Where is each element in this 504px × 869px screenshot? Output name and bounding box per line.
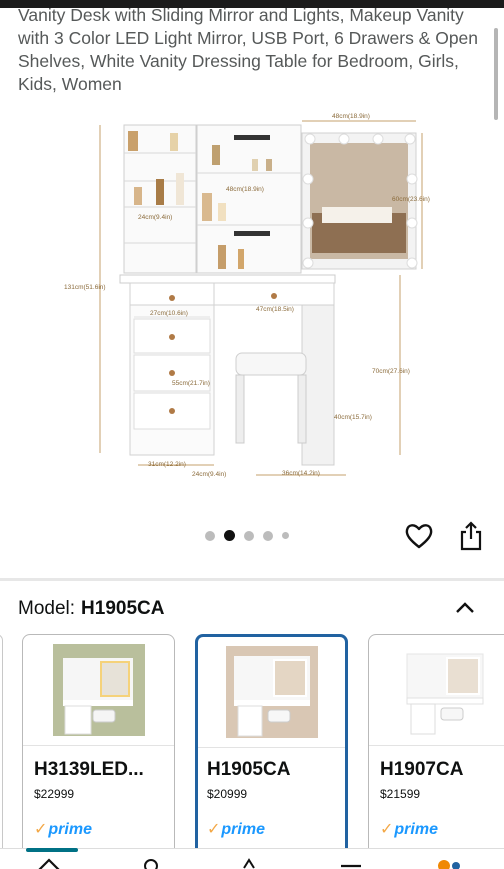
prime-badge: ✓prime: [207, 819, 265, 839]
dim-shelf-width: 48cm(18.9in): [226, 186, 264, 193]
currency-whole: $229: [34, 787, 61, 801]
heart-icon[interactable]: [404, 522, 434, 550]
prime-badge: ✓prime: [34, 819, 92, 839]
variant-card-selected[interactable]: H1905CA $20999 ✓prime: [195, 634, 348, 869]
dim-top-width: 48cm(18.9in): [332, 113, 370, 120]
carousel-dot[interactable]: [263, 530, 273, 541]
dim-cabinet-height: 55cm(21.7in): [172, 380, 210, 387]
carousel-dot[interactable]: [282, 532, 289, 539]
dim-desk-height: 70cm(27.6in): [372, 368, 410, 375]
variant-thumbnail-area: [23, 635, 174, 746]
model-label: Model:: [18, 598, 76, 619]
prime-label: prime: [48, 821, 92, 838]
dim-base-depth: 24cm(9.4in): [192, 471, 226, 478]
dim-mirror-height: 60cm(23.6in): [392, 196, 430, 203]
carousel-dot[interactable]: [205, 530, 215, 541]
currency-whole: $215: [380, 787, 407, 801]
currency-whole: $209: [207, 787, 234, 801]
ai-assistant-icon[interactable]: [236, 856, 262, 869]
prime-badge: ✓prime: [380, 819, 438, 839]
dim-total-height: 131cm(51.6in): [64, 284, 106, 291]
product-title: Vanity Desk with Sliding Mirror and Ligh…: [18, 5, 479, 94]
share-icon[interactable]: [457, 520, 485, 552]
carousel-dot-active[interactable]: [224, 530, 235, 541]
price-fraction: 99: [60, 787, 75, 801]
dim-stool-width: 36cm(14.2in): [282, 470, 320, 477]
variant-card[interactable]: H1907CA $21599 ✓prime: [368, 634, 504, 869]
variant-thumbnail-area: [198, 637, 345, 748]
variant-name: H1907CA: [380, 759, 464, 780]
variant-thumbnail: [225, 646, 318, 738]
variant-thumbnail: [52, 644, 145, 736]
profile-icon[interactable]: [138, 856, 164, 869]
prime-label: prime: [394, 821, 438, 838]
variant-card[interactable]: H3139LED... $22999 ✓prime: [22, 634, 175, 869]
home-icon[interactable]: [36, 856, 62, 869]
dim-base-width: 31cm(12.2in): [148, 461, 186, 468]
dim-drawer-width: 27cm(10.6in): [150, 310, 188, 317]
chevron-up-icon[interactable]: [454, 598, 476, 618]
product-image[interactable]: 48cm(18.9in) 60cm(23.6in) 48cm(18.9in) 2…: [52, 103, 452, 485]
variant-card-partial[interactable]: [0, 634, 3, 869]
prime-check-icon: ✓: [207, 821, 221, 838]
cart-icon[interactable]: [436, 856, 462, 869]
dim-shelf-depth: 24cm(9.4in): [138, 214, 172, 221]
prime-label: prime: [221, 821, 265, 838]
variant-carousel[interactable]: H3139LED... $22999 ✓prime H1905CA $20999…: [0, 634, 504, 869]
variant-price: $20999: [207, 785, 247, 809]
scrollbar[interactable]: [494, 28, 498, 120]
prime-check-icon: ✓: [34, 821, 48, 838]
nav-active-indicator: [26, 848, 78, 852]
variant-name: H3139LED...: [34, 759, 144, 780]
price-fraction: 99: [406, 787, 421, 801]
model-selector[interactable]: Model: H1905CA: [18, 598, 488, 628]
menu-icon[interactable]: [338, 856, 364, 869]
section-divider: [0, 578, 504, 581]
dim-desk-drawer-width: 47cm(18.5in): [256, 306, 294, 313]
carousel-dots[interactable]: [205, 530, 289, 541]
variant-thumbnail: [398, 644, 491, 736]
prime-check-icon: ✓: [380, 821, 394, 838]
variant-name: H1905CA: [207, 759, 291, 780]
dim-stool-height: 40cm(15.7in): [334, 414, 372, 421]
variant-price: $22999: [34, 785, 74, 809]
model-value: H1905CA: [81, 598, 165, 619]
variant-thumbnail-area: [369, 635, 504, 746]
carousel-dot[interactable]: [244, 530, 254, 541]
price-fraction: 99: [233, 787, 248, 801]
variant-price: $21599: [380, 785, 420, 809]
